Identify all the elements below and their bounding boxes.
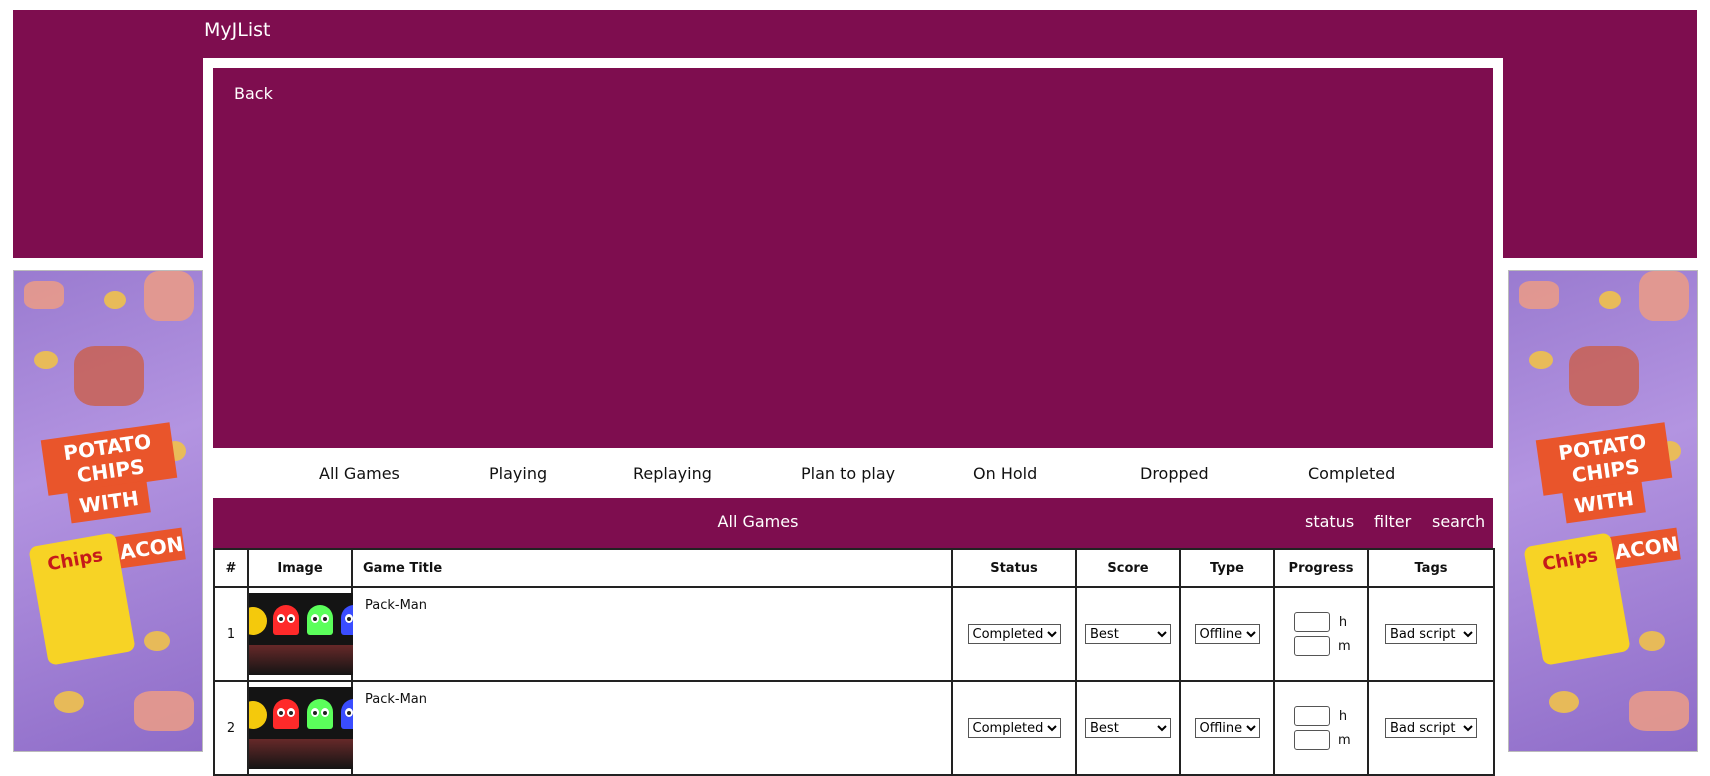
game-banner: [213, 68, 1493, 448]
tab-plan-to-play[interactable]: Plan to play: [801, 464, 895, 483]
ghost-icon: [341, 699, 353, 729]
bacon-graphic: [134, 691, 194, 731]
chip-graphic: [54, 691, 84, 713]
chip-graphic: [1549, 691, 1579, 713]
type-select[interactable]: Offline: [1194, 624, 1260, 644]
bacon-graphic: [24, 281, 64, 309]
tags-select[interactable]: Bad script: [1385, 624, 1477, 644]
status-select[interactable]: Completed: [967, 624, 1061, 644]
game-title[interactable]: Pack-Man: [351, 680, 953, 776]
tags-select[interactable]: Bad script: [1385, 718, 1477, 738]
list-header: All Games status filter search: [213, 498, 1493, 548]
back-link[interactable]: Back: [234, 84, 273, 103]
score-select[interactable]: Best: [1085, 624, 1171, 644]
col-tags: Tags: [1367, 548, 1495, 588]
chip-graphic: [34, 351, 58, 369]
chip-graphic: [1529, 351, 1553, 369]
hours-input[interactable]: [1294, 706, 1330, 726]
table-row: 1 Pack-Man Completed Best Offline h m Ba…: [213, 586, 1495, 682]
tab-completed[interactable]: Completed: [1308, 464, 1395, 483]
bacon-graphic: [1519, 281, 1559, 309]
game-title[interactable]: Pack-Man: [351, 586, 953, 682]
status-cell: Completed: [951, 586, 1077, 682]
score-cell: Best: [1075, 680, 1181, 776]
col-score: Score: [1075, 548, 1181, 588]
hours-input[interactable]: [1294, 612, 1330, 632]
score-select[interactable]: Best: [1085, 718, 1171, 738]
game-thumbnail[interactable]: [249, 593, 353, 675]
table-row: 2 Pack-Man Completed Best Offline h m Ba…: [213, 680, 1495, 776]
status-select[interactable]: Completed: [967, 718, 1061, 738]
type-select[interactable]: Offline: [1194, 718, 1260, 738]
col-image: Image: [247, 548, 353, 588]
progress-cell: h m: [1273, 680, 1369, 776]
col-progress: Progress: [1273, 548, 1369, 588]
minutes-input[interactable]: [1294, 730, 1330, 750]
chip-graphic: [144, 631, 170, 651]
tab-playing[interactable]: Playing: [489, 464, 547, 483]
games-table: # Image Game Title Status Score Type Pro…: [213, 548, 1495, 776]
ghost-icon: [273, 699, 299, 729]
row-number: 2: [213, 680, 249, 776]
bacon-graphic: [1639, 271, 1689, 321]
tab-on-hold[interactable]: On Hold: [973, 464, 1037, 483]
ham-graphic: [1569, 346, 1639, 406]
bacon-graphic: [144, 271, 194, 321]
col-game-title: Game Title: [351, 548, 953, 588]
tags-cell: Bad script: [1367, 586, 1495, 682]
ghost-icon: [273, 605, 299, 635]
left-ad-banner[interactable]: POTATO CHIPS WITH BACON Chips: [13, 270, 203, 752]
chip-graphic: [1599, 291, 1621, 309]
pacman-icon: [249, 607, 267, 635]
table-header-row: # Image Game Title Status Score Type Pro…: [213, 548, 1495, 588]
ghost-icon: [307, 605, 333, 635]
tab-dropped[interactable]: Dropped: [1140, 464, 1209, 483]
ghost-icon: [341, 605, 353, 635]
list-title: All Games: [717, 512, 799, 531]
search-link[interactable]: search: [1432, 512, 1485, 531]
type-cell: Offline: [1179, 586, 1275, 682]
col-number: #: [213, 548, 249, 588]
chip-graphic: [104, 291, 126, 309]
status-cell: Completed: [951, 680, 1077, 776]
tab-all-games[interactable]: All Games: [319, 464, 400, 483]
hours-label: h: [1338, 708, 1348, 724]
row-number: 1: [213, 586, 249, 682]
right-ad-banner[interactable]: POTATO CHIPS WITH BACON Chips: [1508, 270, 1698, 752]
minutes-input[interactable]: [1294, 636, 1330, 656]
chip-graphic: [1639, 631, 1665, 651]
hours-label: h: [1338, 614, 1348, 630]
type-cell: Offline: [1179, 680, 1275, 776]
filter-link[interactable]: filter: [1374, 512, 1411, 531]
col-type: Type: [1179, 548, 1275, 588]
score-cell: Best: [1075, 586, 1181, 682]
pacman-icon: [249, 701, 267, 729]
site-logo[interactable]: MyJList: [204, 19, 270, 41]
minutes-label: m: [1338, 638, 1351, 654]
bacon-graphic: [1629, 691, 1689, 731]
status-tabs: All Games Playing Replaying Plan to play…: [213, 450, 1493, 496]
tags-cell: Bad script: [1367, 680, 1495, 776]
game-thumbnail[interactable]: [249, 687, 353, 769]
minutes-label: m: [1338, 732, 1351, 748]
progress-cell: h m: [1273, 586, 1369, 682]
game-image-cell: [247, 586, 353, 682]
ghost-icon: [307, 699, 333, 729]
status-link[interactable]: status: [1305, 512, 1354, 531]
game-image-cell: [247, 680, 353, 776]
col-status: Status: [951, 548, 1077, 588]
tab-replaying[interactable]: Replaying: [633, 464, 712, 483]
ham-graphic: [74, 346, 144, 406]
